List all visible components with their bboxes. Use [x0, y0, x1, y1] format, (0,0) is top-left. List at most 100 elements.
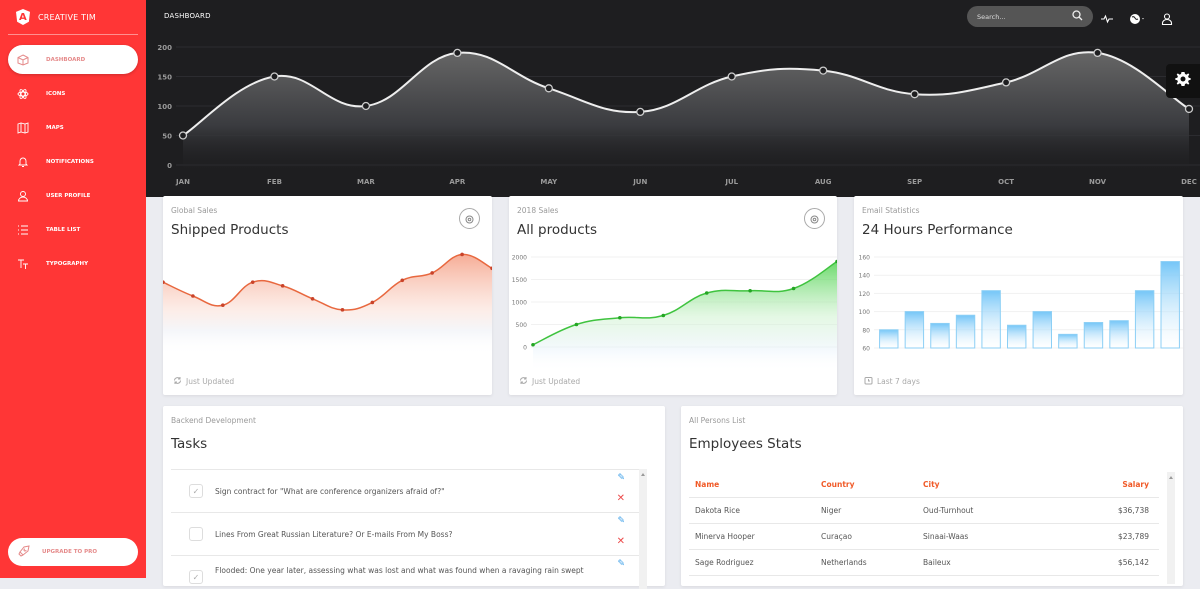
data-point [340, 308, 345, 312]
column-header-salary[interactable]: Salary [1048, 472, 1159, 498]
y-tick-label: 200 [157, 44, 172, 52]
page-title[interactable]: DASHBOARD [164, 12, 211, 20]
sidebar-item-icons[interactable]: ICONS [8, 79, 138, 108]
email-statistics-card: 60 80 100 120 140 160 Email Statistics 24 Hou… [854, 196, 1183, 395]
main-panel: DASHBOARD 0 50 100 150 200 JAN FEB MAR APR MAY JUN… [146, 0, 1200, 589]
user-account-icon[interactable] [1161, 10, 1173, 29]
x-tick-label: APR [449, 178, 466, 186]
data-point [727, 72, 736, 81]
card-title: Tasks [171, 436, 208, 452]
task-text: Flooded: One year later, assessing what … [215, 566, 584, 575]
search-bar[interactable] [967, 6, 1093, 27]
activity-icon[interactable] [1101, 10, 1113, 29]
bar [930, 322, 950, 349]
footer-text: Last 7 days [877, 377, 920, 386]
task-checkbox[interactable]: ✓ [189, 570, 203, 584]
remove-task-icon[interactable]: ✕ [617, 493, 625, 504]
card-settings-button[interactable] [459, 208, 480, 229]
y-tick-label: 50 [162, 133, 172, 141]
brand[interactable]: A CREATIVE TIM [0, 0, 146, 34]
data-point [280, 284, 285, 288]
settings-icon [465, 209, 474, 228]
upgrade-to-pro-button[interactable]: UPGRADE TO PRO [8, 538, 138, 566]
cell-city: Sinaai-Waas [917, 523, 1049, 550]
edit-task-icon[interactable]: ✎ [617, 473, 625, 483]
column-header-city[interactable]: City [917, 472, 1049, 498]
sidebar-item-dashboard[interactable]: DASHBOARD [8, 45, 138, 74]
y-tick-label: 120 [859, 291, 871, 298]
sidebar-item-label: ICONS [46, 90, 66, 97]
bar [1032, 311, 1053, 349]
edit-task-icon[interactable]: ✎ [617, 559, 625, 569]
data-point [791, 286, 796, 291]
x-tick-label: DEC [1181, 178, 1197, 186]
data-point [250, 280, 255, 284]
globe-dropdown-icon[interactable] [1129, 10, 1147, 29]
employees-table: Name Country City Salary Dakota Rice Nig… [689, 472, 1159, 576]
y-tick-label: 0 [167, 162, 172, 170]
card-footer: Just Updated [519, 376, 580, 387]
brand-name: CREATIVE TIM [38, 12, 96, 22]
search-icon[interactable] [1072, 10, 1083, 23]
data-point [460, 252, 464, 257]
y-tick-label: 150 [157, 74, 172, 82]
bar [904, 311, 925, 349]
sidebar-item-label: USER PROFILE [46, 192, 91, 199]
data-point [1184, 104, 1194, 114]
y-tick-label: 1000 [512, 300, 527, 307]
x-tick-label: MAR [357, 178, 375, 186]
sidebar-item-table-list[interactable]: TABLE LIST [8, 215, 138, 244]
bar [1083, 322, 1104, 349]
sidebar-item-label: TABLE LIST [46, 226, 81, 233]
data-point [544, 84, 553, 93]
sidebar-item-user-profile[interactable]: USER PROFILE [8, 181, 138, 210]
employees-scrollbar[interactable] [1167, 472, 1175, 584]
table-row: Minerva Hooper Curaçao Sinaai-Waas $23,7… [689, 523, 1159, 550]
y-tick-label: 80 [862, 327, 870, 334]
search-input[interactable] [977, 12, 1067, 21]
y-tick-label: 100 [859, 309, 871, 316]
card-category: All Persons List [689, 416, 746, 425]
map-icon [16, 121, 30, 135]
card-category: 2018 Sales [517, 206, 559, 215]
sidebar-item-label: DASHBOARD [46, 56, 86, 63]
x-tick-label: JAN [175, 178, 190, 186]
data-point [748, 288, 752, 293]
tasks-scrollbar[interactable] [639, 469, 647, 589]
y-tick-label: 0 [523, 345, 527, 352]
card-title: Shipped Products [171, 222, 289, 238]
bar [1109, 320, 1129, 349]
column-header-name[interactable]: Name [689, 472, 815, 498]
big-line-chart: 0 50 100 150 200 JAN FEB MAR APR MAY JUN JUL AUG SEP O… [157, 44, 1200, 186]
task-checkbox[interactable] [189, 527, 203, 541]
remove-task-icon[interactable]: ✕ [617, 536, 625, 547]
table-row: Sage Rodriguez Netherlands Baileux $56,1… [689, 549, 1159, 576]
sidebar-item-maps[interactable]: MAPS [8, 113, 138, 142]
task-item: Lines From Great Russian Literature? Or … [171, 512, 647, 555]
y-tick-label: 160 [859, 255, 871, 262]
y-tick-label: 2000 [512, 255, 527, 262]
refresh-icon [519, 376, 528, 387]
cell-name: Minerva Hooper [689, 523, 815, 550]
settings-button[interactable] [1166, 64, 1200, 98]
rocket-icon [18, 545, 30, 559]
data-point [178, 131, 188, 140]
data-point [531, 342, 535, 347]
column-header-country[interactable]: Country [815, 472, 917, 498]
card-category: Backend Development [171, 416, 256, 425]
bar [1006, 324, 1027, 349]
sidebar-item-label: MAPS [46, 124, 64, 131]
edit-task-icon[interactable]: ✎ [617, 516, 625, 526]
data-point [1093, 48, 1102, 58]
x-tick-label: JUN [632, 178, 647, 186]
data-point [636, 107, 645, 117]
bar [955, 314, 976, 349]
sidebar-item-label: NOTIFICATIONS [46, 158, 94, 165]
y-tick-label: 60 [862, 346, 870, 353]
cell-country: Niger [815, 497, 917, 524]
data-point [618, 315, 622, 320]
card-settings-button[interactable] [804, 208, 825, 229]
sidebar-item-typography[interactable]: TYPOGRAPHY [8, 249, 138, 278]
task-checkbox[interactable]: ✓ [189, 484, 203, 498]
sidebar-item-notifications[interactable]: NOTIFICATIONS [8, 147, 138, 176]
